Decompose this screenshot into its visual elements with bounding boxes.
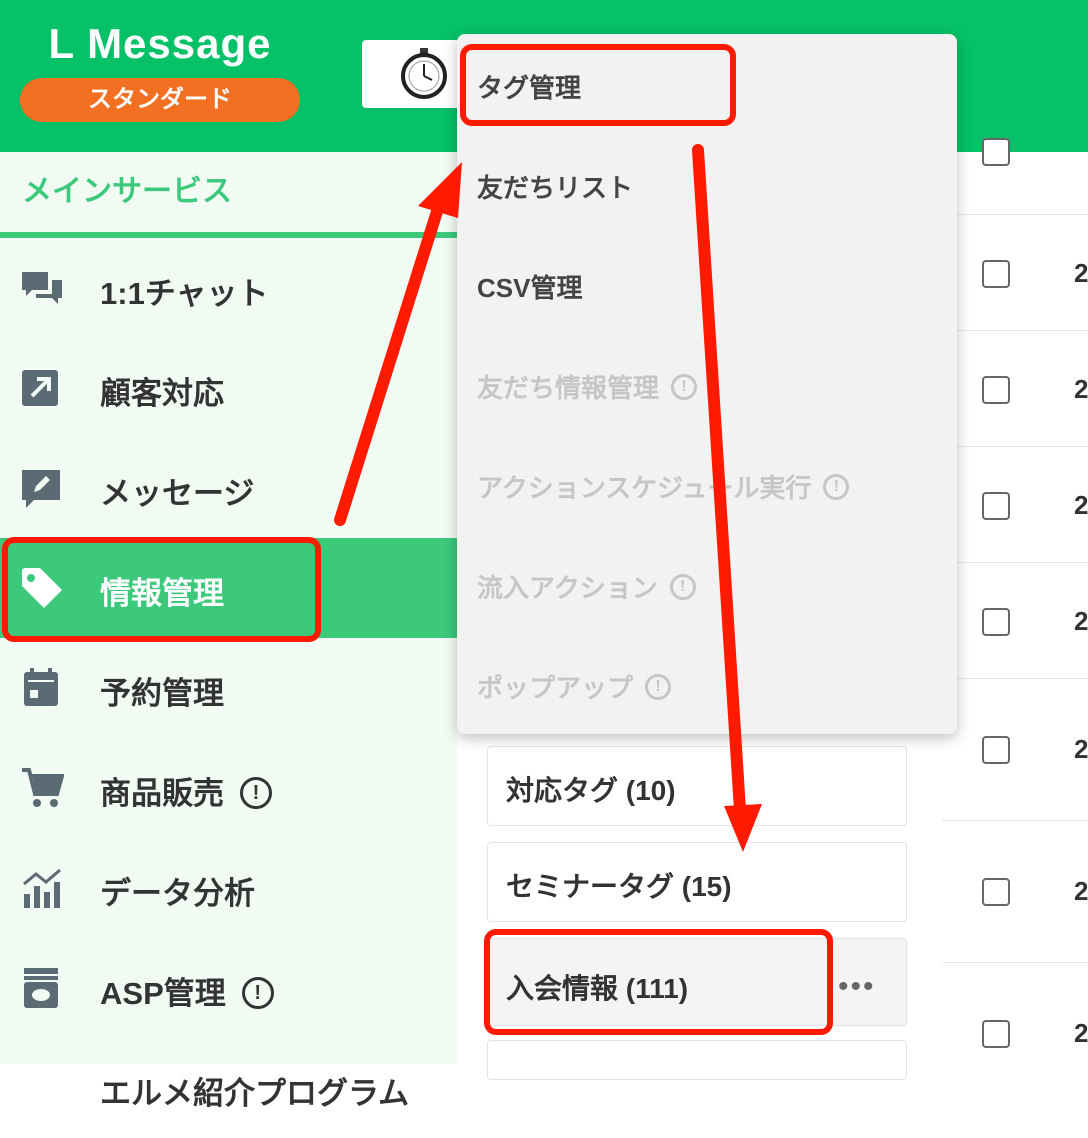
tag-folder-card[interactable]: セミナータグ (15) [487,842,907,922]
app-logo[interactable]: L Message [20,20,300,68]
row-value: 2 [1074,734,1088,764]
highlight-box-membership [484,929,833,1035]
info-icon: ! [669,574,696,601]
arrow-up-right-icon [22,370,58,406]
info-icon: ! [823,474,850,501]
tag-folder-label: セミナータグ (15) [506,871,732,902]
row-checkbox[interactable] [982,736,1010,764]
warning-icon: ! [240,776,272,809]
table-row[interactable]: 2 [942,330,1088,447]
pocket-watch-icon [401,48,447,99]
chat-icon [22,272,62,304]
sidebar-heading: メインサービス [22,175,232,208]
account-selector-button[interactable] [362,40,472,108]
menu-item-label: 流入アクション [477,573,658,603]
sidebar-item-label: ASP管理! [100,968,274,1013]
calendar-icon [24,668,58,706]
sidebar-item-label: 予約管理 [100,676,224,711]
tag-folder-card[interactable]: 対応タグ (10) [487,746,907,826]
sidebar-item-message[interactable]: メッセージ [0,438,457,538]
row-value: 2 [1074,374,1088,404]
row-value: 2 [1074,258,1088,288]
more-options-icon[interactable]: ••• [838,970,876,1004]
sidebar-item-referral[interactable]: エルメ紹介プログラム [0,1038,457,1138]
menu-item-label: アクションスケジュール実行 [477,473,812,503]
sidebar-item-text: 商品販売 [100,776,224,811]
table-row[interactable]: 2 [942,820,1088,963]
info-management-dropdown: タグ管理 友だちリスト CSV管理 友だち情報管理! アクションスケジュール実行… [457,34,957,734]
highlight-box-tag-management [460,44,736,126]
tag-folder-label: 対応タグ (10) [506,775,676,806]
menu-item-friend-list[interactable]: 友だちリスト [477,168,633,205]
row-checkbox[interactable] [982,608,1010,636]
info-icon: ! [671,374,698,401]
sidebar-item-label: 商品販売! [100,768,272,813]
sidebar-item-label: 1:1チャット [100,276,269,311]
highlight-box-sidebar [2,537,321,642]
sidebar-item-label: エルメ紹介プログラム [100,1076,410,1111]
chart-icon [23,868,61,908]
table-row[interactable]: 2 [942,446,1088,563]
row-value: 2 [1074,1018,1088,1048]
row-checkbox[interactable] [982,492,1010,520]
sidebar-item-text: ASP管理 [100,976,226,1011]
menu-item-label: 友だち情報管理 [477,373,660,403]
plan-badge: スタンダード [20,78,300,122]
sidebar-item-reservation[interactable]: 予約管理 [0,638,457,738]
tag-folder-card[interactable] [487,1040,907,1080]
sidebar-item-label: 顧客対応 [100,376,224,411]
row-checkbox[interactable] [982,878,1010,906]
row-checkbox[interactable] [982,138,1010,166]
sidebar-item-label: データ分析 [100,876,255,911]
menu-item-csv-management[interactable]: CSV管理 [477,268,582,305]
sidebar-item-customer[interactable]: 顧客対応 [0,338,457,438]
menu-item-inflow-action: 流入アクション! [477,568,696,605]
sidebar-item-label: メッセージ [100,476,255,511]
table-row[interactable]: 2 [942,562,1088,679]
sidebar-item-analytics[interactable]: データ分析 [0,838,457,938]
sidebar-item-product-sales[interactable]: 商品販売! [0,738,457,838]
table-row[interactable] [942,100,1088,215]
menu-item-action-schedule: アクションスケジュール実行! [477,468,850,505]
message-edit-icon [22,470,60,508]
sidebar-item-asp[interactable]: ASP管理! [0,938,457,1038]
row-value: 2 [1074,606,1088,636]
table-row[interactable]: 2 [942,678,1088,821]
sidebar-item-chat[interactable]: 1:1チャット [0,238,457,338]
row-checkbox[interactable] [982,1020,1010,1048]
row-value: 2 [1074,876,1088,906]
archive-icon [24,968,58,1008]
table-row[interactable]: 2 [942,214,1088,331]
menu-item-popup: ポップアップ! [477,668,672,705]
menu-item-label: ポップアップ [477,673,634,703]
row-checkbox[interactable] [982,260,1010,288]
warning-icon: ! [241,976,274,1009]
info-icon: ! [645,674,672,701]
row-value: 2 [1074,490,1088,520]
cart-icon [22,768,64,807]
table-row[interactable]: 2 [942,962,1088,1064]
menu-item-friend-info: 友だち情報管理! [477,368,698,405]
row-checkbox[interactable] [982,376,1010,404]
